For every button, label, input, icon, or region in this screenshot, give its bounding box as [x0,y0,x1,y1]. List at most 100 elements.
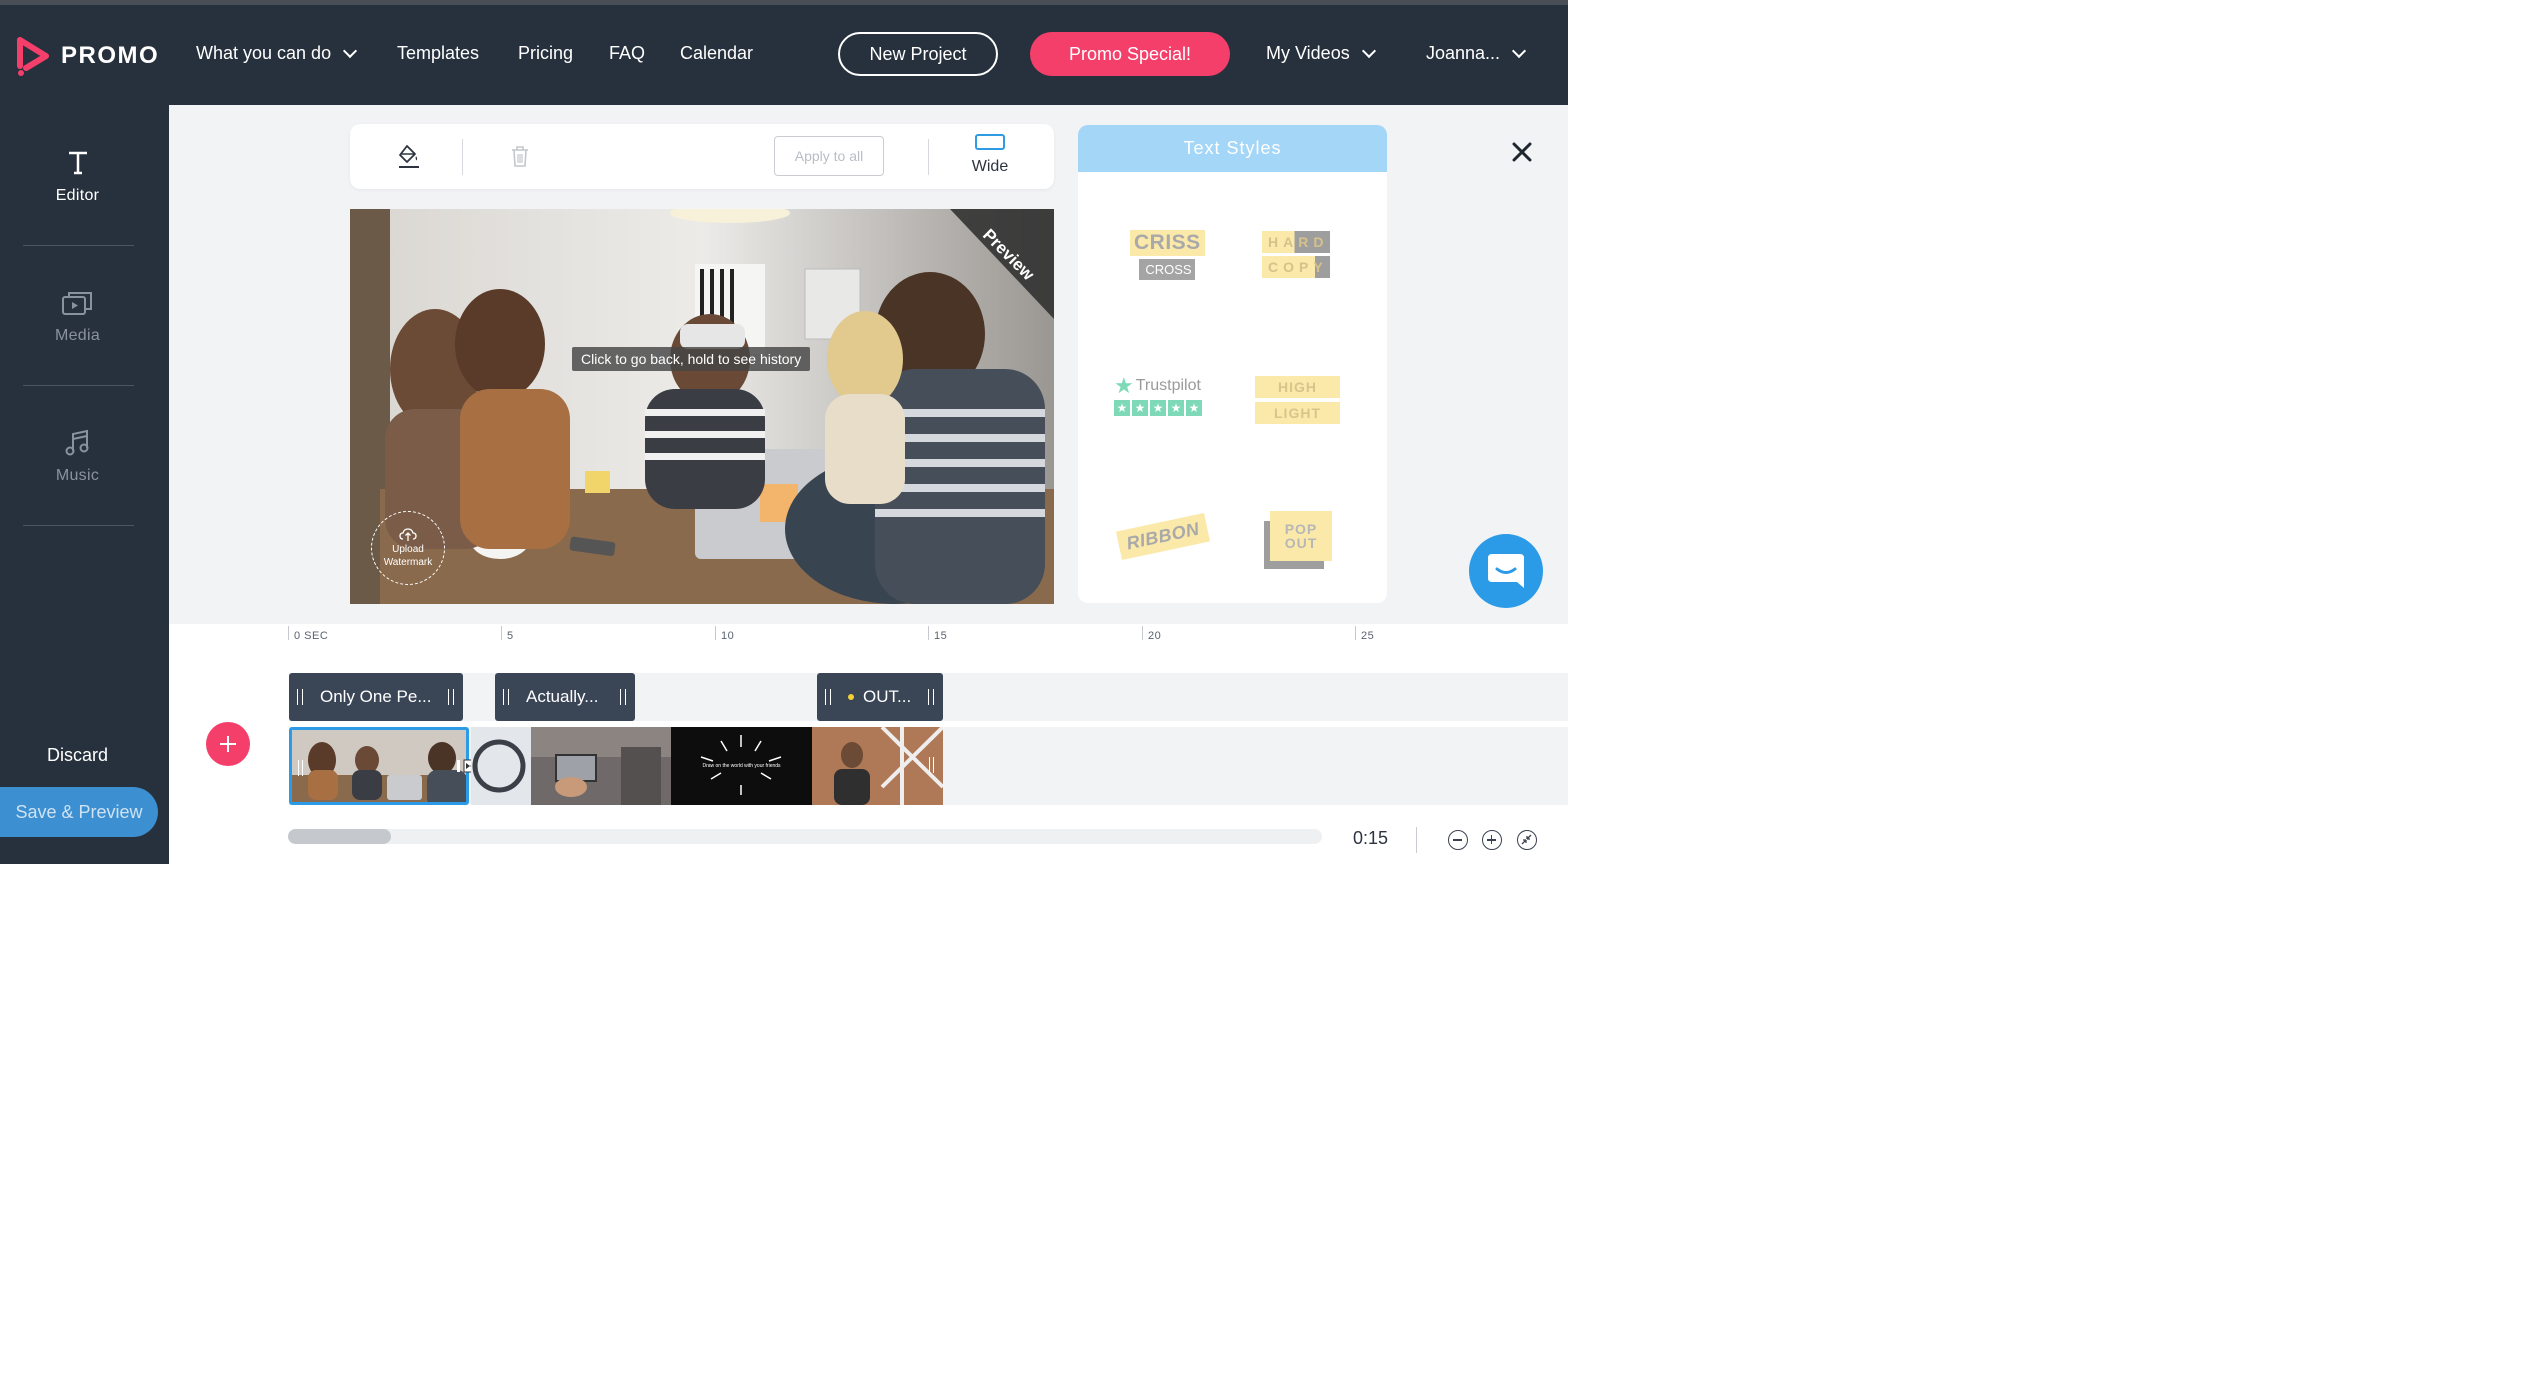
sidebar-item-editor[interactable]: Editor [0,145,155,205]
plus-icon-vertical [1490,835,1493,844]
text-styles-panel: Text Styles CRISS CROSS HARD COPY ★ Trus… [1078,125,1387,603]
video-clip[interactable] [812,727,943,805]
fit-timeline-button[interactable] [1517,830,1537,850]
promo-special-button[interactable]: Promo Special! [1030,32,1230,76]
criss-cross-line2: CROSS [1139,259,1196,280]
timeline-scrollbar[interactable] [288,829,1322,844]
minus-icon [1453,839,1462,841]
zoom-out-button[interactable] [1448,830,1468,850]
trustpilot-label: Trustpilot [1135,377,1201,394]
video-clip[interactable] [471,727,671,805]
clip-handle-left[interactable] [298,760,303,776]
zoom-in-button[interactable] [1482,830,1502,850]
chevron-down-icon [1361,43,1376,59]
total-duration: 0:15 [1353,828,1389,848]
sidebar-divider [23,525,134,526]
text-style-criss-cross[interactable]: CRISS CROSS [1130,230,1205,280]
sidebar-divider [23,385,134,386]
ruler-label: 25 [1361,630,1375,642]
ruler-tick [288,626,289,640]
timeline-scrollbar-thumb[interactable] [288,829,391,844]
user-name: Joanna... [1426,43,1501,63]
format-wide-button[interactable]: Wide [962,134,1018,176]
chevron-down-icon [1511,43,1527,59]
text-style-hard-copy[interactable]: HARD COPY [1262,231,1332,278]
clip-thumbnail [471,727,671,805]
clip-handle-left[interactable] [825,689,831,705]
save-preview-button[interactable]: Save & Preview [0,787,158,837]
yellow-dot-icon [848,694,854,700]
ruler-tick [928,626,929,640]
new-project-button[interactable]: New Project [838,32,998,76]
discard-button[interactable]: Discard [0,745,155,766]
brand-name: PROMO [61,42,160,69]
chat-icon [1488,554,1524,588]
collapse-arrows-icon [1521,834,1532,845]
promo-logo[interactable]: PROMO [16,36,159,76]
sidebar-item-media[interactable]: Media [0,285,155,345]
pop-out-card: POP OUT [1270,511,1332,561]
preview-scene-image [350,209,1054,604]
sidebar-item-label: Media [54,327,101,344]
nav-what-you-can-do[interactable]: What you can do [196,43,358,64]
history-tooltip: Click to go back, hold to see history [572,347,811,371]
nav-templates[interactable]: Templates [397,43,479,64]
video-clip-selected[interactable] [289,727,469,805]
ruler-tick [501,626,502,640]
clip-handle-left[interactable] [503,689,509,705]
duration-divider [1416,827,1417,853]
ruler-tick [1142,626,1143,640]
video-preview[interactable]: Click to go back, hold to see history Up… [350,209,1054,604]
apply-to-all-button[interactable]: Apply to all [774,136,884,176]
text-clip-label: OUT... [863,687,912,706]
clip-handle-right[interactable] [448,689,454,705]
sidebar-divider [23,245,134,246]
watermark-label-upload: Upload [392,544,424,555]
rating-stars-icon: ★ ★ ★ ★ ★ [1114,400,1206,416]
add-scene-button[interactable] [206,722,250,766]
clip-handle-right[interactable] [620,689,626,705]
text-clip[interactable]: OUT... [817,673,943,721]
text-style-pop-out[interactable]: POP OUT [1264,511,1334,571]
my-videos-menu[interactable]: My Videos [1266,43,1376,64]
text-style-ribbon[interactable]: RIBBON [1115,512,1211,561]
upload-watermark-button[interactable]: Upload Watermark [371,511,445,585]
nav-calendar[interactable]: Calendar [680,43,753,64]
hard-copy-line1: HARD [1262,231,1330,253]
sidebar-item-label: Music [55,467,100,484]
user-menu[interactable]: Joanna... [1426,43,1527,64]
ruler-tick [1355,626,1356,640]
video-clip[interactable]: Draw on the world with your friends [671,727,812,805]
clip-caption: Draw on the world with your friends [702,763,781,769]
left-sidebar: Editor Media Music Discard Save & Previe… [0,105,169,864]
close-icon[interactable] [1511,141,1533,163]
clip-handle-right[interactable] [929,757,934,773]
nav-pricing[interactable]: Pricing [518,43,573,64]
scene-toolbar: Apply to all Wide [350,124,1054,189]
text-clip[interactable]: Actually... [495,673,635,721]
text-clip[interactable]: Only One Pe... [289,673,463,721]
fill-color-icon[interactable] [398,144,420,170]
wide-format-icon [975,134,1005,150]
trash-icon[interactable] [510,145,530,168]
media-icon [61,285,95,321]
pop-out-line2: OUT [1284,535,1318,551]
music-icon [65,425,91,461]
text-style-trustpilot[interactable]: ★ Trustpilot ★ ★ ★ ★ ★ [1114,375,1206,416]
star-icon: ★ [1114,373,1134,398]
nav-what-you-can-do-label: What you can do [196,43,332,63]
ruler-label: 10 [721,630,735,642]
text-style-highlight[interactable]: HIGH LIGHT [1255,376,1340,424]
sidebar-item-label: Editor [55,187,100,204]
upload-cloud-icon [399,528,417,541]
chat-support-button[interactable] [1469,534,1543,608]
clip-handle-left[interactable] [297,689,303,705]
text-icon [66,145,90,181]
toolbar-divider [928,139,929,175]
clip-thumbnail [292,730,466,802]
hard-copy-line2: COPY [1262,256,1330,278]
nav-faq[interactable]: FAQ [609,43,645,64]
sidebar-item-music[interactable]: Music [0,425,155,485]
clip-handle-right[interactable] [928,689,934,705]
text-clip-label: Actually... [526,687,599,706]
